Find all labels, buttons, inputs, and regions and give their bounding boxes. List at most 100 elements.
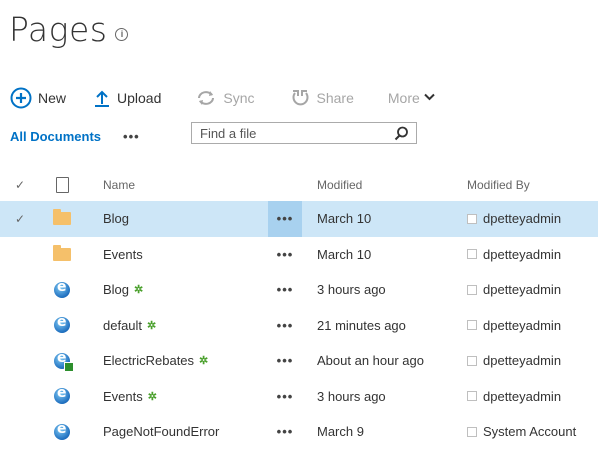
document-list: ✓ Name Modified Modified By ✓ Blog ••• Marc… [0,168,598,450]
row-ellipsis-menu[interactable]: ••• [268,237,302,273]
new-button[interactable]: New [10,87,66,109]
row-modified: March 10 [317,211,372,227]
presence-indicator-icon [467,355,477,366]
row-modified-by: dpetteyadmin [467,201,561,237]
presence-indicator-icon [467,320,477,331]
row-modified: 21 minutes ago [317,317,406,333]
web-page-checked-out-icon [54,350,74,372]
row-checkmark[interactable] [0,343,18,379]
search-icon[interactable] [394,126,409,141]
row-ellipsis-menu[interactable]: ••• [268,272,302,308]
row-type-icon-cell [52,379,72,415]
row-modified: About an hour ago [317,353,424,369]
doc-type-header[interactable] [52,168,72,201]
row-ellipsis-menu[interactable]: ••• [268,201,302,237]
table-row[interactable]: default ✲ ••• 21 minutes ago dpetteyadmin [0,308,598,344]
row-modified-by-link[interactable]: dpetteyadmin [483,211,561,226]
share-button-label: Share [316,90,354,106]
select-all-checkmark[interactable]: ✓ [0,168,25,201]
row-ellipsis-menu[interactable]: ••• [268,379,302,415]
row-checkmark[interactable] [0,414,18,450]
row-type-icon-cell [52,237,72,273]
table-row[interactable]: ✓ Blog ••• March 10 dpetteyadmin [0,201,598,237]
info-icon[interactable]: i [115,27,129,41]
row-type-icon-cell [52,201,72,237]
row-modified: 3 hours ago [317,282,386,298]
toolbar: New Upload Sync Share More [10,86,435,110]
row-checkmark[interactable] [0,379,18,415]
row-modified-by: dpetteyadmin [467,272,561,308]
row-name-link[interactable]: Events [103,247,143,262]
more-button[interactable]: More [388,90,435,106]
chevron-down-icon [424,92,435,104]
upload-icon [95,90,110,107]
table-row[interactable]: Events ✲ ••• 3 hours ago dpetteyadmin [0,379,598,415]
sync-button-label: Sync [223,90,255,106]
table-row[interactable]: PageNotFoundError ••• March 9 System Accoun… [0,414,598,450]
view-options-ellipsis[interactable]: ••• [123,129,140,144]
row-ellipsis-menu[interactable]: ••• [268,308,302,344]
row-name-cell: Events [103,237,143,273]
header-modified-by[interactable]: Modified By [467,168,530,201]
row-name-link[interactable]: default [103,318,142,333]
table-row[interactable]: Events ••• March 10 dpetteyadmin [0,237,598,273]
page-header: Pages i [9,8,129,52]
search-box [191,122,417,144]
row-checkmark[interactable] [0,308,18,344]
row-modified-by: dpetteyadmin [467,237,561,273]
table-row[interactable]: ElectricRebates ✲ ••• About an hour ago dpet… [0,343,598,379]
page-title: Pages [9,10,108,49]
new-item-icon: ✲ [199,355,209,368]
view-selector: All Documents ••• [10,129,140,144]
row-modified-by: dpetteyadmin [467,379,561,415]
row-modified-by-link[interactable]: dpetteyadmin [483,247,561,262]
row-name-link[interactable]: Events [103,389,143,404]
row-modified-by-link[interactable]: dpetteyadmin [483,282,561,297]
row-name-cell: default ✲ [103,308,156,344]
new-item-icon: ✲ [147,319,157,332]
row-modified: March 9 [317,424,364,440]
folder-icon [53,244,71,261]
row-ellipsis-menu[interactable]: ••• [268,414,302,450]
row-modified-by: dpetteyadmin [467,308,561,344]
presence-indicator-icon [467,426,477,437]
search-input[interactable] [192,124,390,142]
row-name-link[interactable]: ElectricRebates [103,353,194,368]
row-type-icon-cell [52,343,74,379]
row-name-cell: PageNotFoundError [103,414,219,450]
share-button[interactable]: Share [289,88,354,108]
presence-indicator-icon [467,213,477,224]
list-header: ✓ Name Modified Modified By [0,168,598,201]
row-modified-by-link[interactable]: dpetteyadmin [483,389,561,404]
upload-button[interactable]: Upload [93,88,161,108]
web-page-icon [54,421,70,440]
more-button-label: More [387,90,420,106]
presence-indicator-icon [467,391,477,402]
table-row[interactable]: Blog ✲ ••• 3 hours ago dpetteyadmin [0,272,598,308]
row-name-cell: Events ✲ [103,379,157,415]
row-modified-by-link[interactable]: System Account [483,424,576,439]
row-checkmark[interactable] [0,272,18,308]
presence-indicator-icon [467,249,477,260]
row-name-cell: ElectricRebates ✲ [103,343,208,379]
sync-button[interactable]: Sync [195,89,255,107]
row-name-link[interactable]: Blog [103,282,129,297]
row-checkmark[interactable]: ✓ [0,201,25,237]
row-name-link[interactable]: PageNotFoundError [103,424,219,439]
row-ellipsis-menu[interactable]: ••• [268,343,302,379]
row-name-cell: Blog [103,201,129,237]
header-modified[interactable]: Modified [317,168,362,201]
plus-circle-icon [10,87,32,109]
row-modified-by-link[interactable]: dpetteyadmin [483,353,561,368]
row-modified-by: System Account [467,414,576,450]
upload-button-label: Upload [117,90,162,106]
share-icon [292,90,308,106]
header-name[interactable]: Name [103,168,135,201]
folder-icon [53,209,71,226]
row-modified-by-link[interactable]: dpetteyadmin [483,318,561,333]
sync-icon [198,91,215,105]
checked-out-badge-icon [64,361,74,372]
view-all-documents[interactable]: All Documents [10,129,101,144]
row-checkmark[interactable] [0,237,18,273]
row-name-link[interactable]: Blog [103,211,129,226]
